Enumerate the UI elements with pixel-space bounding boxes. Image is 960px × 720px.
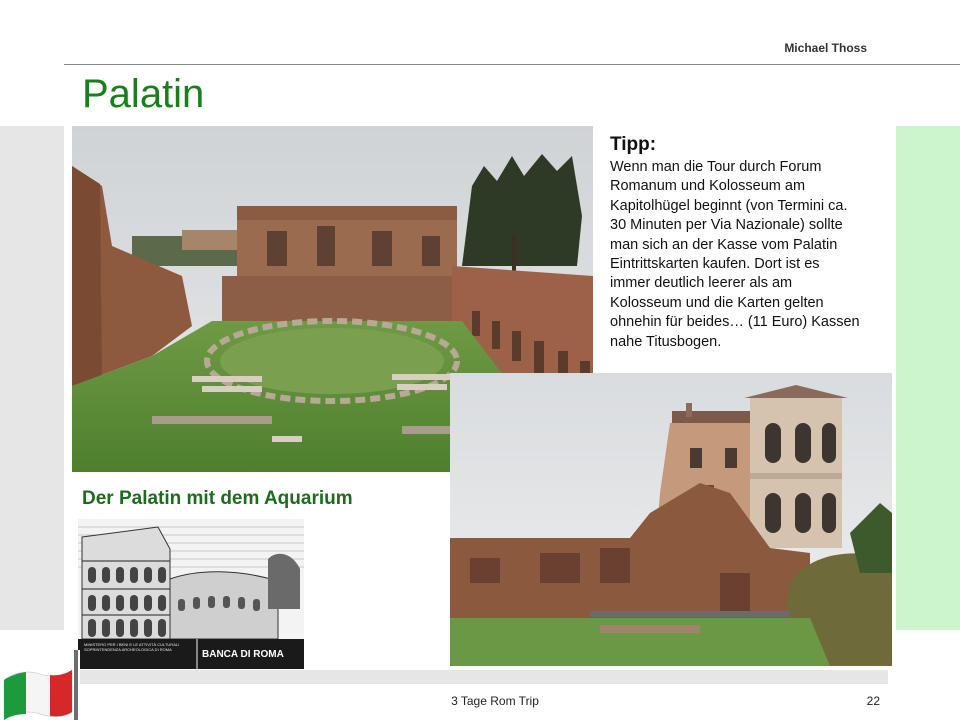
tip-heading: Tipp:	[610, 134, 657, 155]
ticket-ministry-text: MINISTERO PER I BENI E LE ATTIVITÀ CULTU…	[84, 642, 180, 652]
bottom-band	[80, 670, 888, 684]
italian-flag-icon	[0, 650, 80, 720]
right-side-band	[896, 126, 960, 630]
palatine-aquarium-photo	[450, 373, 892, 666]
footer-title: 3 Tage Rom Trip	[451, 694, 539, 708]
page-number: 22	[866, 694, 880, 708]
left-side-band	[0, 126, 64, 630]
slide-title: Palatin	[82, 72, 205, 116]
author-name: Michael Thoss	[784, 41, 867, 55]
tip-text: Wenn man die Tour durch Forum Romanum un…	[610, 159, 860, 350]
photo-caption: Der Palatin mit dem Aquarium	[82, 488, 353, 509]
header-rule	[64, 64, 960, 65]
ticket-image: MINISTERO PER I BENI E LE ATTIVITÀ CULTU…	[78, 519, 304, 669]
ticket-brand: BANCA DI ROMA	[202, 649, 284, 660]
